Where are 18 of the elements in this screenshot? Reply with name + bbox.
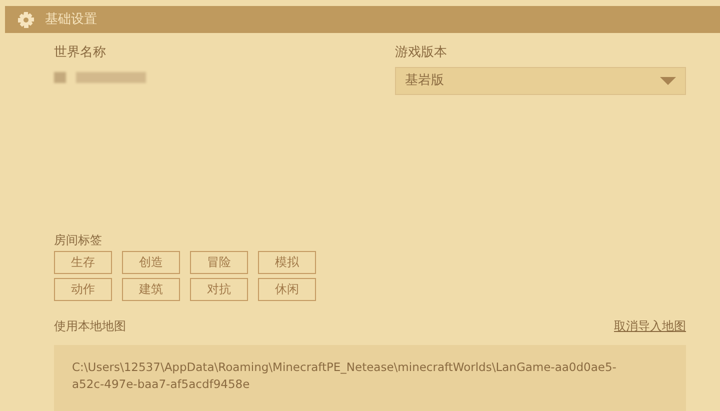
tag-button[interactable]: 对抗 bbox=[190, 278, 248, 300]
gear-icon bbox=[17, 10, 35, 28]
cancel-import-link[interactable]: 取消导入地图 bbox=[614, 316, 686, 334]
tag-button[interactable]: 建筑 bbox=[122, 278, 180, 300]
tag-button[interactable]: 冒险 bbox=[190, 250, 248, 274]
room-tags-label: 房间标签 bbox=[54, 232, 103, 248]
game-version-label: 游戏版本 bbox=[395, 44, 448, 62]
version-dropdown[interactable]: 基岩版 bbox=[395, 66, 686, 94]
caret-icon bbox=[660, 76, 676, 84]
map-path: C:\Users\12537\AppData\Roaming\MinecraftPE_Netease\minecraftWorlds\LanGame-aa0d0ae5-a52c-497e-baa7-af5acdf9458e bbox=[72, 358, 617, 392]
tag-button[interactable]: 休闲 bbox=[258, 278, 316, 300]
section-title: 基础设置 bbox=[45, 10, 97, 29]
world-name-label: 世界名称 bbox=[54, 44, 107, 62]
tag-button[interactable]: 创造 bbox=[122, 250, 180, 274]
local-map-label: 使用本地地图 bbox=[54, 318, 126, 334]
tag-button[interactable]: 生存 bbox=[54, 250, 112, 274]
tag-button[interactable]: 动作 bbox=[54, 278, 112, 300]
tag-button[interactable]: 模拟 bbox=[258, 250, 316, 274]
